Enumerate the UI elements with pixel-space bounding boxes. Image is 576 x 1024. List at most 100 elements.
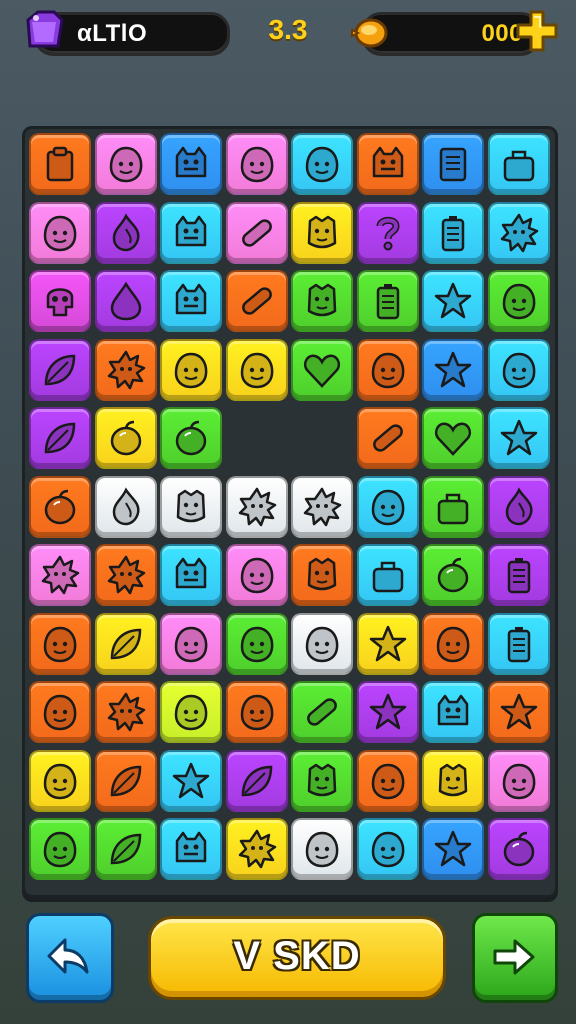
board-tile[interactable] (487, 407, 550, 469)
board-tile[interactable] (94, 749, 157, 812)
board-tile[interactable] (29, 749, 91, 812)
board-tile[interactable] (291, 475, 353, 538)
board-tile[interactable] (160, 681, 222, 743)
board-tile[interactable] (422, 612, 484, 675)
board-tile[interactable] (487, 133, 550, 195)
board-tile[interactable] (422, 749, 484, 812)
board-tile[interactable] (487, 681, 550, 743)
board-tile[interactable] (487, 612, 550, 675)
board-tile[interactable] (422, 338, 484, 401)
board-tile[interactable] (291, 338, 353, 401)
board-tile[interactable] (225, 133, 288, 195)
board-tile[interactable] (29, 270, 91, 332)
main-action-button[interactable]: V SKD (148, 916, 446, 1000)
board-tile[interactable] (356, 749, 419, 812)
board-tile[interactable] (422, 818, 484, 880)
board-tile[interactable] (225, 201, 288, 264)
star-icon (500, 693, 537, 730)
board-tile[interactable] (160, 133, 222, 195)
board-tile[interactable] (487, 270, 550, 332)
board-tile[interactable] (225, 818, 288, 880)
heart-icon (434, 422, 472, 456)
right-arrow-icon (493, 939, 535, 975)
board-tile[interactable] (29, 407, 91, 469)
board-tile[interactable] (291, 544, 353, 606)
board-tile[interactable] (291, 201, 353, 264)
board-tile[interactable] (422, 475, 484, 538)
board-tile[interactable] (291, 270, 353, 332)
back-button[interactable] (26, 913, 114, 1003)
board-tile[interactable] (356, 475, 419, 538)
board-tile[interactable] (94, 818, 157, 880)
board-tile[interactable] (94, 201, 157, 264)
board-tile[interactable] (422, 407, 484, 469)
board-tile[interactable] (422, 681, 484, 743)
board-tile[interactable] (356, 270, 419, 332)
board-tile[interactable] (94, 133, 157, 195)
board-tile[interactable] (94, 681, 157, 743)
battery-icon (441, 215, 465, 251)
board-tile[interactable] (29, 201, 91, 264)
board-tile[interactable] (225, 681, 288, 743)
board-tile[interactable] (356, 681, 419, 743)
board-tile[interactable] (356, 133, 419, 195)
board-tile[interactable] (160, 338, 222, 401)
board-tile[interactable] (160, 201, 222, 264)
board-tile[interactable] (94, 544, 157, 606)
board-tile[interactable] (225, 338, 288, 401)
board-tile[interactable] (356, 818, 419, 880)
next-button[interactable] (472, 913, 558, 1003)
board-tile[interactable] (160, 612, 222, 675)
board-tile[interactable] (291, 681, 353, 743)
board-tile[interactable] (225, 544, 288, 606)
board-tile[interactable] (487, 338, 550, 401)
battery-icon (507, 626, 530, 662)
board-tile[interactable] (94, 270, 157, 332)
board-tile[interactable] (422, 201, 484, 264)
board-tile[interactable] (487, 818, 550, 880)
blob-icon (305, 626, 339, 662)
board-tile[interactable] (94, 612, 157, 675)
board-tile[interactable] (29, 681, 91, 743)
board-tile[interactable] (356, 338, 419, 401)
board-tile[interactable] (356, 201, 419, 264)
board-tile[interactable] (487, 749, 550, 812)
board-tile[interactable] (160, 818, 222, 880)
board-tile[interactable] (356, 407, 419, 469)
leaf-icon (110, 765, 141, 796)
add-coins-icon[interactable] (514, 8, 560, 54)
board-tile[interactable] (29, 338, 91, 401)
board-tile[interactable] (422, 133, 484, 195)
board-tile[interactable] (225, 475, 288, 538)
board-tile[interactable] (29, 818, 91, 880)
board-tile[interactable] (291, 612, 353, 675)
board-tile[interactable] (225, 270, 288, 332)
board-tile[interactable] (487, 201, 550, 264)
leaf-icon (110, 628, 141, 659)
board-tile[interactable] (291, 133, 353, 195)
board-tile[interactable] (225, 612, 288, 675)
board-tile[interactable] (29, 133, 91, 195)
board-tile[interactable] (29, 544, 91, 606)
blob-icon (174, 694, 208, 731)
board-tile[interactable] (29, 612, 91, 675)
board-tile[interactable] (356, 544, 419, 606)
board-tile[interactable] (422, 270, 484, 332)
board-tile[interactable] (291, 749, 353, 812)
board-tile[interactable] (225, 749, 288, 812)
board-tile[interactable] (487, 475, 550, 538)
board-tile[interactable] (356, 612, 419, 675)
star-icon (369, 693, 406, 730)
board-tile[interactable] (94, 407, 157, 469)
board-tile[interactable] (160, 475, 222, 538)
board-tile[interactable] (160, 270, 222, 332)
board-tile[interactable] (29, 475, 91, 538)
board-tile[interactable] (291, 818, 353, 880)
board-tile[interactable] (487, 544, 550, 606)
board-tile[interactable] (160, 544, 222, 606)
board-tile[interactable] (94, 475, 157, 538)
board-tile[interactable] (160, 749, 222, 812)
board-tile[interactable] (160, 407, 222, 469)
board-tile[interactable] (94, 338, 157, 401)
board-tile[interactable] (422, 544, 484, 606)
